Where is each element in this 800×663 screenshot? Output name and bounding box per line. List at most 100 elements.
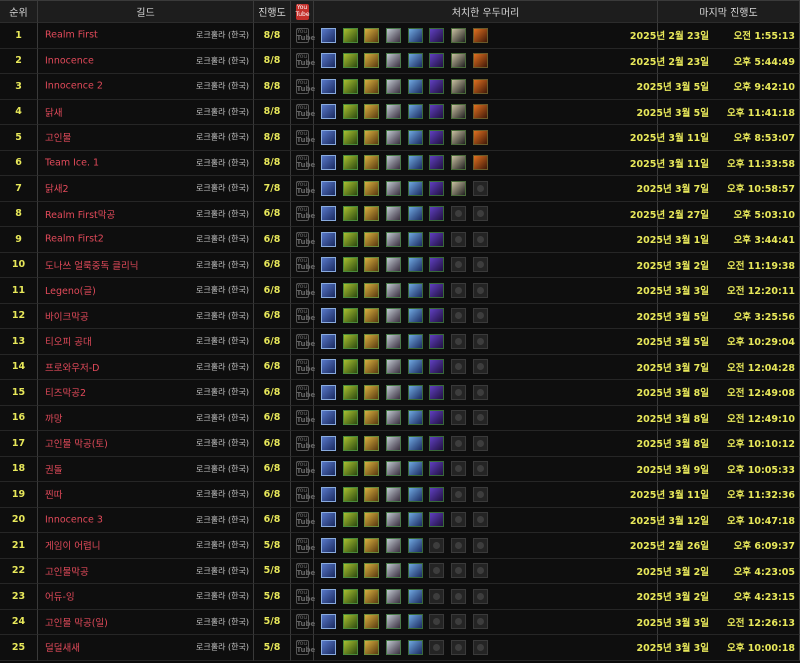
boss-6-icon[interactable] [429,537,445,553]
boss-6-icon[interactable] [429,588,445,604]
youtube-icon[interactable]: You Tube [295,53,315,69]
boss-8-icon[interactable] [472,282,488,298]
header-last-progress[interactable]: 마지막 진행도 [658,0,800,23]
boss-6-icon[interactable] [429,27,445,43]
guild-link[interactable]: Innocence [45,55,94,66]
boss-6-icon[interactable] [429,206,445,222]
boss-3-icon[interactable] [364,512,380,528]
header-guild[interactable]: 길드 [38,0,254,23]
header-rank[interactable]: 순위 [0,0,38,23]
boss-7-icon[interactable] [451,563,467,579]
boss-7-icon[interactable] [451,639,467,655]
guild-link[interactable]: 티즈막공2 [45,385,86,399]
youtube-icon[interactable]: You Tube [295,155,315,171]
boss-4-icon[interactable] [386,461,402,477]
boss-1-icon[interactable] [321,486,336,502]
boss-7-icon[interactable] [451,614,467,630]
youtube-icon[interactable]: You Tube [295,333,315,349]
guild-link[interactable]: Legeno(글) [45,283,96,297]
boss-2-icon[interactable] [342,588,358,604]
boss-2-icon[interactable] [342,410,358,426]
boss-5-icon[interactable] [407,588,423,604]
youtube-icon[interactable]: You Tube [295,104,315,120]
youtube-icon[interactable]: You Tube [295,639,315,655]
boss-8-icon[interactable] [472,78,488,94]
boss-3-icon[interactable] [364,257,380,273]
boss-1-icon[interactable] [321,129,336,145]
boss-1-icon[interactable] [321,308,336,324]
boss-5-icon[interactable] [407,104,423,120]
boss-4-icon[interactable] [386,180,402,196]
guild-link[interactable]: Innocence 2 [45,81,103,92]
boss-7-icon[interactable] [451,78,467,94]
boss-1-icon[interactable] [321,257,336,273]
boss-3-icon[interactable] [364,461,380,477]
boss-4-icon[interactable] [386,231,402,247]
youtube-icon[interactable]: You Tube [295,614,315,630]
boss-8-icon[interactable] [472,27,488,43]
boss-6-icon[interactable] [429,308,445,324]
boss-5-icon[interactable] [407,435,423,451]
boss-5-icon[interactable] [407,53,423,69]
boss-8-icon[interactable] [472,614,488,630]
boss-6-icon[interactable] [429,435,445,451]
boss-6-icon[interactable] [429,410,445,426]
boss-1-icon[interactable] [321,435,336,451]
boss-8-icon[interactable] [472,333,488,349]
boss-7-icon[interactable] [451,333,467,349]
boss-1-icon[interactable] [321,639,336,655]
boss-5-icon[interactable] [407,461,423,477]
boss-4-icon[interactable] [386,384,402,400]
boss-5-icon[interactable] [407,410,423,426]
boss-1-icon[interactable] [321,588,336,604]
boss-5-icon[interactable] [407,563,423,579]
youtube-icon[interactable]: You Tube [295,180,315,196]
youtube-icon[interactable]: You Tube [295,435,315,451]
youtube-icon[interactable]: You Tube [295,78,315,94]
boss-3-icon[interactable] [364,359,380,375]
boss-4-icon[interactable] [386,563,402,579]
boss-2-icon[interactable] [342,384,358,400]
guild-link[interactable]: 덜덜새새 [45,640,80,654]
boss-5-icon[interactable] [407,486,423,502]
boss-3-icon[interactable] [364,231,380,247]
boss-5-icon[interactable] [407,359,423,375]
guild-link[interactable]: 고인물 막공(일) [45,615,108,629]
boss-2-icon[interactable] [342,359,358,375]
boss-8-icon[interactable] [472,563,488,579]
boss-6-icon[interactable] [429,512,445,528]
boss-4-icon[interactable] [386,129,402,145]
boss-3-icon[interactable] [364,486,380,502]
boss-6-icon[interactable] [429,639,445,655]
boss-6-icon[interactable] [429,333,445,349]
boss-6-icon[interactable] [429,155,445,171]
boss-2-icon[interactable] [342,155,358,171]
boss-1-icon[interactable] [321,78,336,94]
youtube-icon[interactable]: You Tube [295,384,315,400]
boss-5-icon[interactable] [407,537,423,553]
boss-4-icon[interactable] [386,435,402,451]
boss-1-icon[interactable] [321,27,336,43]
boss-2-icon[interactable] [342,129,358,145]
boss-5-icon[interactable] [407,282,423,298]
boss-7-icon[interactable] [451,27,467,43]
youtube-icon[interactable]: You Tube [295,563,315,579]
guild-link[interactable]: 티오피 공대 [45,334,92,348]
boss-1-icon[interactable] [321,155,336,171]
guild-link[interactable]: Innocence 3 [45,514,103,525]
boss-5-icon[interactable] [407,614,423,630]
boss-6-icon[interactable] [429,359,445,375]
boss-2-icon[interactable] [342,435,358,451]
boss-1-icon[interactable] [321,537,336,553]
guild-link[interactable]: 닭새 [45,105,62,119]
boss-6-icon[interactable] [429,486,445,502]
boss-3-icon[interactable] [364,104,380,120]
boss-1-icon[interactable] [321,231,336,247]
boss-3-icon[interactable] [364,384,380,400]
guild-link[interactable]: Team Ice. 1 [45,157,99,168]
boss-4-icon[interactable] [386,282,402,298]
boss-2-icon[interactable] [342,639,358,655]
guild-link[interactable]: 고인물 [45,130,71,144]
boss-8-icon[interactable] [472,206,488,222]
boss-2-icon[interactable] [342,486,358,502]
